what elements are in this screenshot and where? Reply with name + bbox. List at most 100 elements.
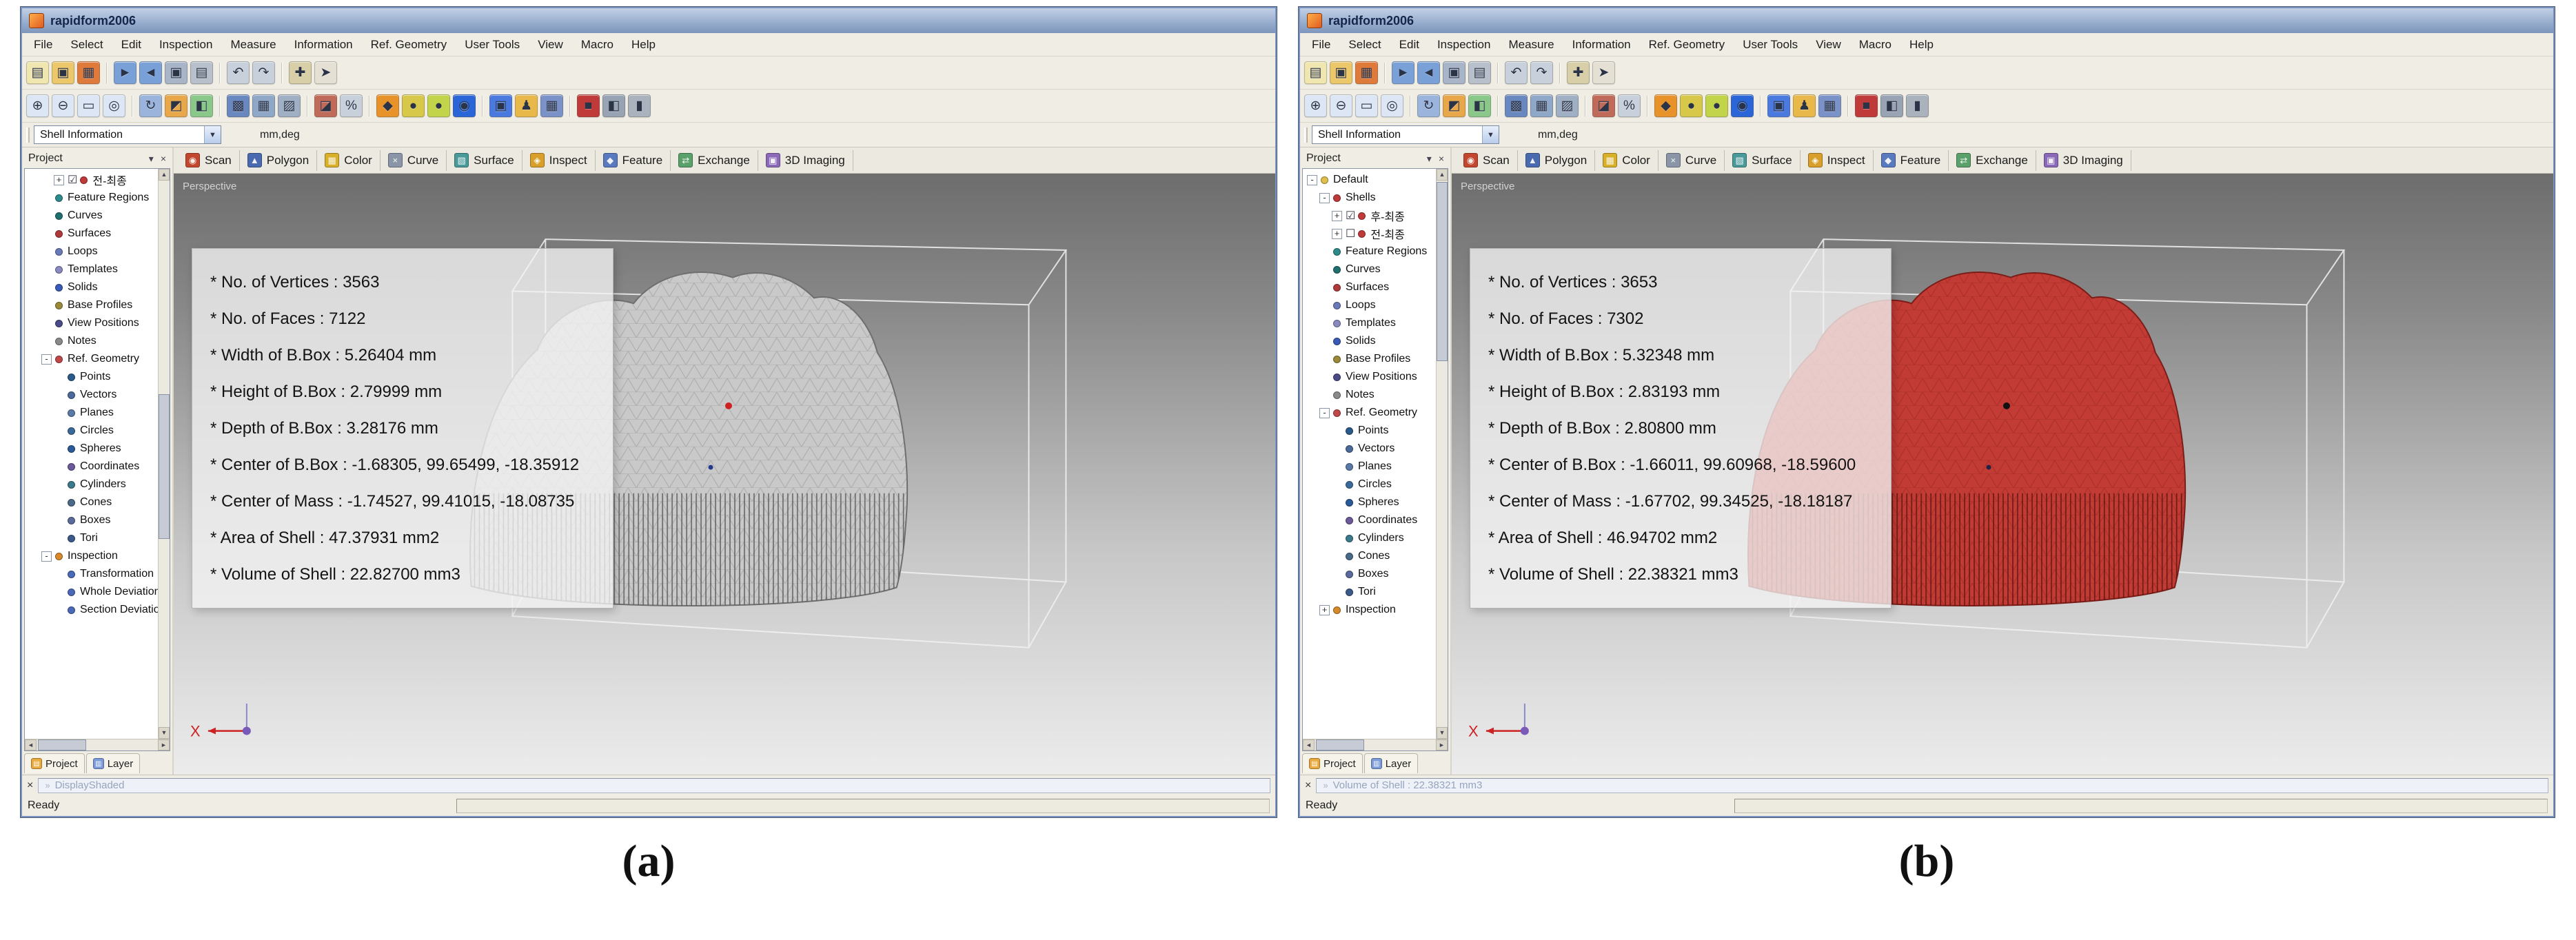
- menu-item[interactable]: Inspection: [150, 34, 222, 56]
- bottom-tab-layer[interactable]: ▥ Layer: [1364, 753, 1419, 773]
- tab-inspect[interactable]: ◈ Inspect: [523, 150, 596, 171]
- menu-item[interactable]: Information: [1563, 34, 1640, 56]
- tree-item[interactable]: Feature Regions: [25, 189, 158, 207]
- tab-3d-imaging[interactable]: ▣ 3D Imaging: [2036, 150, 2131, 171]
- tree-item[interactable]: Circles: [25, 422, 158, 440]
- tree-item[interactable]: - Shells: [1303, 189, 1436, 207]
- select-cursor-icon[interactable]: ➤: [314, 61, 337, 84]
- zoom-fit-icon[interactable]: ▭: [77, 94, 100, 117]
- menu-item[interactable]: Measure: [221, 34, 285, 56]
- open-file-icon[interactable]: ▣: [1330, 61, 1352, 84]
- scroll-right-icon[interactable]: ►: [1436, 739, 1448, 750]
- mouse-mode-icon[interactable]: ✚: [289, 61, 312, 84]
- clipping-icon[interactable]: ◪: [314, 94, 337, 117]
- shell-info-dropdown[interactable]: Shell Information ▼: [1312, 125, 1499, 144]
- new-file-icon[interactable]: ▤: [1304, 61, 1327, 84]
- tree-item[interactable]: Notes: [25, 332, 158, 350]
- menu-item[interactable]: Help: [1900, 34, 1943, 56]
- scroll-thumb[interactable]: [1437, 182, 1448, 361]
- tree-item[interactable]: Coordinates: [25, 458, 158, 476]
- zoom-out-icon[interactable]: ⊖: [52, 94, 74, 117]
- close-output-icon[interactable]: ×: [27, 780, 33, 791]
- tab-exchange[interactable]: ⇄ Exchange: [1949, 150, 2036, 171]
- command-output[interactable]: » Volume of Shell : 22.38321 mm3: [1316, 778, 2548, 793]
- cad-model-icon[interactable]: ◧: [602, 94, 625, 117]
- save-file-icon[interactable]: ▦: [1355, 61, 1378, 84]
- tree-vertical-scrollbar[interactable]: ▲ ▼: [158, 169, 170, 739]
- region-icon[interactable]: ●: [1680, 94, 1703, 117]
- tree-item[interactable]: - Ref. Geometry: [1303, 404, 1436, 422]
- tab-exchange[interactable]: ⇄ Exchange: [671, 150, 758, 171]
- tab-feature[interactable]: ◆ Feature: [596, 150, 671, 171]
- tab-3d-imaging[interactable]: ▣ 3D Imaging: [758, 150, 853, 171]
- tree-item[interactable]: Cylinders: [1303, 529, 1436, 547]
- measure-icon[interactable]: %: [340, 94, 363, 117]
- zoom-out-icon[interactable]: ⊖: [1330, 94, 1352, 117]
- menu-item[interactable]: Edit: [1390, 34, 1428, 56]
- tree-expander-icon[interactable]: -: [41, 354, 52, 365]
- menu-item[interactable]: Ref. Geometry: [362, 34, 456, 56]
- tree-item[interactable]: Cones: [25, 493, 158, 511]
- open-file-icon[interactable]: ▣: [52, 61, 74, 84]
- tree-checkbox[interactable]: ☑: [1346, 209, 1355, 223]
- tab-scan[interactable]: ◉ Scan: [1456, 150, 1518, 171]
- menu-item[interactable]: Select: [1339, 34, 1390, 56]
- zoom-fit-icon[interactable]: ▭: [1355, 94, 1378, 117]
- select-cursor-icon[interactable]: ➤: [1592, 61, 1615, 84]
- tree-expander-icon[interactable]: -: [1319, 408, 1330, 418]
- mesh-buildup-icon[interactable]: ▣: [1767, 94, 1790, 117]
- tree-checkbox[interactable]: ☐: [1346, 227, 1355, 241]
- scroll-up-icon[interactable]: ▲: [1437, 169, 1448, 181]
- mesh-grid-icon[interactable]: ▦: [1818, 94, 1841, 117]
- scroll-thumb[interactable]: [159, 394, 170, 539]
- menu-item[interactable]: Macro: [1850, 34, 1900, 56]
- tree-item[interactable]: - Default: [1303, 171, 1436, 189]
- tree-item[interactable]: Tori: [1303, 583, 1436, 601]
- tab-polygon[interactable]: ▲ Polygon: [1518, 150, 1595, 171]
- shaded-mode-icon[interactable]: ▩: [227, 94, 250, 117]
- tree-item[interactable]: Spheres: [1303, 493, 1436, 511]
- print-icon[interactable]: ▤: [1468, 61, 1491, 84]
- tab-color[interactable]: ▦ Color: [317, 150, 381, 171]
- redo-icon[interactable]: ↷: [252, 61, 275, 84]
- sphere-icon[interactable]: ◉: [1731, 94, 1754, 117]
- view-cube-icon[interactable]: ◩: [1443, 94, 1466, 117]
- close-panel-icon[interactable]: ×: [161, 153, 166, 165]
- toolbar-end-icon[interactable]: ▮: [628, 94, 651, 117]
- tree-item[interactable]: Notes: [1303, 386, 1436, 404]
- viewport-3d[interactable]: X Perspective * No. of Vertices : 3653* …: [1452, 174, 2553, 775]
- point-mode-icon[interactable]: ▨: [1556, 94, 1579, 117]
- zoom-in-icon[interactable]: ⊕: [26, 94, 49, 117]
- tab-inspect[interactable]: ◈ Inspect: [1801, 150, 1874, 171]
- export-icon[interactable]: ◄: [1417, 61, 1440, 84]
- close-panel-icon[interactable]: ×: [1439, 153, 1444, 165]
- region-alt-icon[interactable]: ●: [1705, 94, 1728, 117]
- pin-panel-icon[interactable]: ▾: [1427, 153, 1432, 165]
- feature-diamond-icon[interactable]: ◆: [376, 94, 399, 117]
- human-body-icon[interactable]: ♟: [1793, 94, 1816, 117]
- tree-item[interactable]: Transformation: [25, 565, 158, 583]
- bottom-tab-project[interactable]: ▤ Project: [1302, 753, 1363, 773]
- menu-item[interactable]: Measure: [1499, 34, 1563, 56]
- tab-feature[interactable]: ◆ Feature: [1874, 150, 1949, 171]
- menu-item[interactable]: File: [1303, 34, 1339, 56]
- menu-item[interactable]: View: [529, 34, 572, 56]
- tree-item[interactable]: Points: [1303, 422, 1436, 440]
- tree-item[interactable]: Boxes: [25, 511, 158, 529]
- command-output[interactable]: » DisplayShaded: [38, 778, 1270, 793]
- tree-item[interactable]: Tori: [25, 529, 158, 547]
- scroll-thumb[interactable]: [38, 739, 86, 750]
- rotate-view-icon[interactable]: ↻: [139, 94, 162, 117]
- tree-item[interactable]: Whole Deviation: [25, 583, 158, 601]
- tree-expander-icon[interactable]: +: [1332, 229, 1342, 239]
- tree-item[interactable]: Coordinates: [1303, 511, 1436, 529]
- tree-expander-icon[interactable]: +: [1319, 605, 1330, 615]
- save-file-icon[interactable]: ▦: [77, 61, 100, 84]
- mesh-grid-icon[interactable]: ▦: [540, 94, 563, 117]
- scroll-thumb[interactable]: [1316, 739, 1364, 750]
- tree-item[interactable]: - Inspection: [25, 547, 158, 565]
- shell-display-icon[interactable]: ■: [1855, 94, 1878, 117]
- tree-item[interactable]: Planes: [25, 404, 158, 422]
- tree-item[interactable]: Boxes: [1303, 565, 1436, 583]
- tree-item[interactable]: Templates: [1303, 314, 1436, 332]
